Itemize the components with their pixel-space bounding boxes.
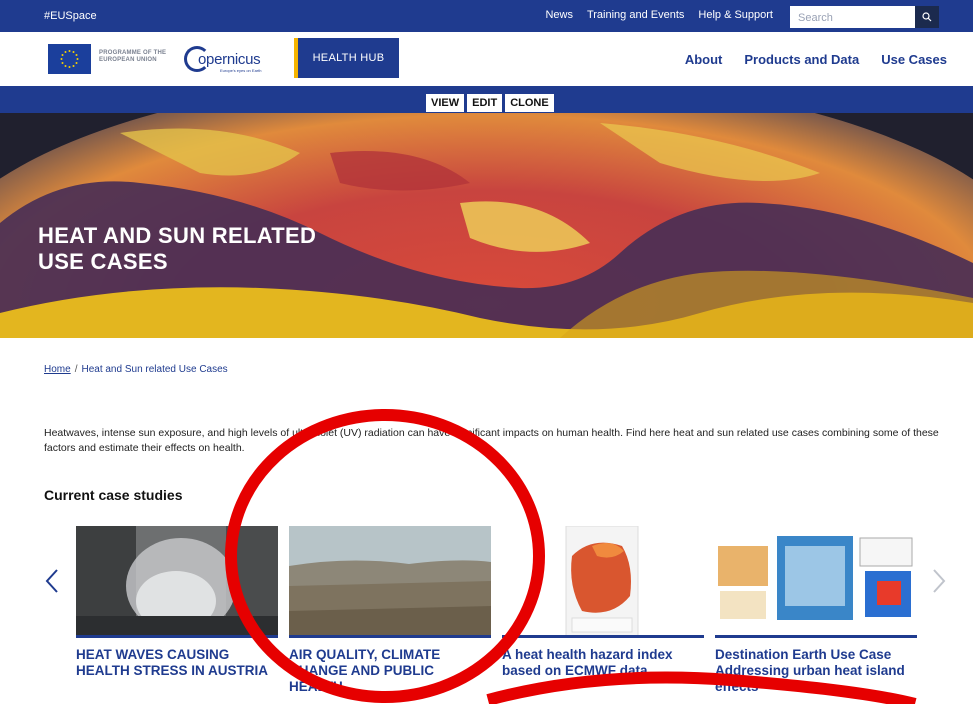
top-links: News Training and Events Help & Support [545,9,773,21]
euspace-link[interactable]: #EUSpace [44,10,97,22]
case-card-destination-earth[interactable]: Destination Earth Use Case Addressing ur… [715,526,917,695]
case-card-heatwaves[interactable]: HEAT WAVES CAUSING HEALTH STRESS IN AUST… [76,526,278,679]
case-card-heat-index[interactable]: A heat health hazard index based on ECMW… [502,526,704,679]
case-card-title[interactable]: A heat health hazard index based on ECMW… [502,647,704,679]
copernicus-logo[interactable]: opernicus Europe's eyes on Earth [184,46,262,74]
case-card-image [289,526,491,638]
hero-banner: HEAT AND SUN RELATED USE CASES [0,113,973,338]
top-bar: #EUSpace News Training and Events Help &… [0,0,973,32]
nav-use-cases[interactable]: Use Cases [881,52,947,67]
search-icon [922,12,932,22]
case-card-image [76,526,278,638]
chevron-left-icon [45,569,58,593]
health-hub-logo[interactable]: HEALTH HUB [294,38,399,78]
nav-products-and-data[interactable]: Products and Data [744,52,859,67]
breadcrumb-separator: / [74,364,78,375]
intro-text: Heatwaves, intense sun exposure, and hig… [44,427,939,454]
nav-about[interactable]: About [685,52,723,67]
eu-flag-logo[interactable] [48,44,91,74]
case-card-image [502,526,704,638]
edit-bar: VIEW EDIT CLONE [0,86,973,113]
search-input[interactable]: Search [790,6,915,28]
eu-programme-text: PROGRAMME OF THE EUROPEAN UNION [99,50,167,63]
top-link-news[interactable]: News [545,9,573,21]
top-link-help[interactable]: Help & Support [698,9,773,21]
main-nav: About Products and Data Use Cases [685,52,947,67]
case-card-title[interactable]: Destination Earth Use Case Addressing ur… [715,647,917,695]
case-card-air-quality[interactable]: AIR QUALITY, CLIMATE CHANGE AND PUBLIC H… [289,526,491,695]
case-card-title[interactable]: HEAT WAVES CAUSING HEALTH STRESS IN AUST… [76,647,278,679]
case-card-image [715,526,917,638]
breadcrumb-current: Heat and Sun related Use Cases [81,364,228,375]
edit-tabs: VIEW EDIT CLONE [426,94,554,112]
hero-title: HEAT AND SUN RELATED USE CASES [38,223,317,274]
top-link-training[interactable]: Training and Events [587,9,684,21]
carousel-next-button[interactable] [929,566,949,596]
case-card-title[interactable]: AIR QUALITY, CLIMATE CHANGE AND PUBLIC H… [289,647,491,695]
section-title: Current case studies [44,487,183,503]
chevron-right-icon [933,569,946,593]
carousel-prev-button[interactable] [42,566,62,596]
breadcrumb-home[interactable]: Home [44,364,71,375]
tab-edit[interactable]: EDIT [467,94,503,112]
site-header: PROGRAMME OF THE EUROPEAN UNION opernicu… [0,32,973,86]
breadcrumb: Home / Heat and Sun related Use Cases [44,364,228,375]
search-button[interactable] [915,6,939,28]
tab-clone[interactable]: CLONE [505,94,554,112]
tab-view[interactable]: VIEW [426,94,465,112]
